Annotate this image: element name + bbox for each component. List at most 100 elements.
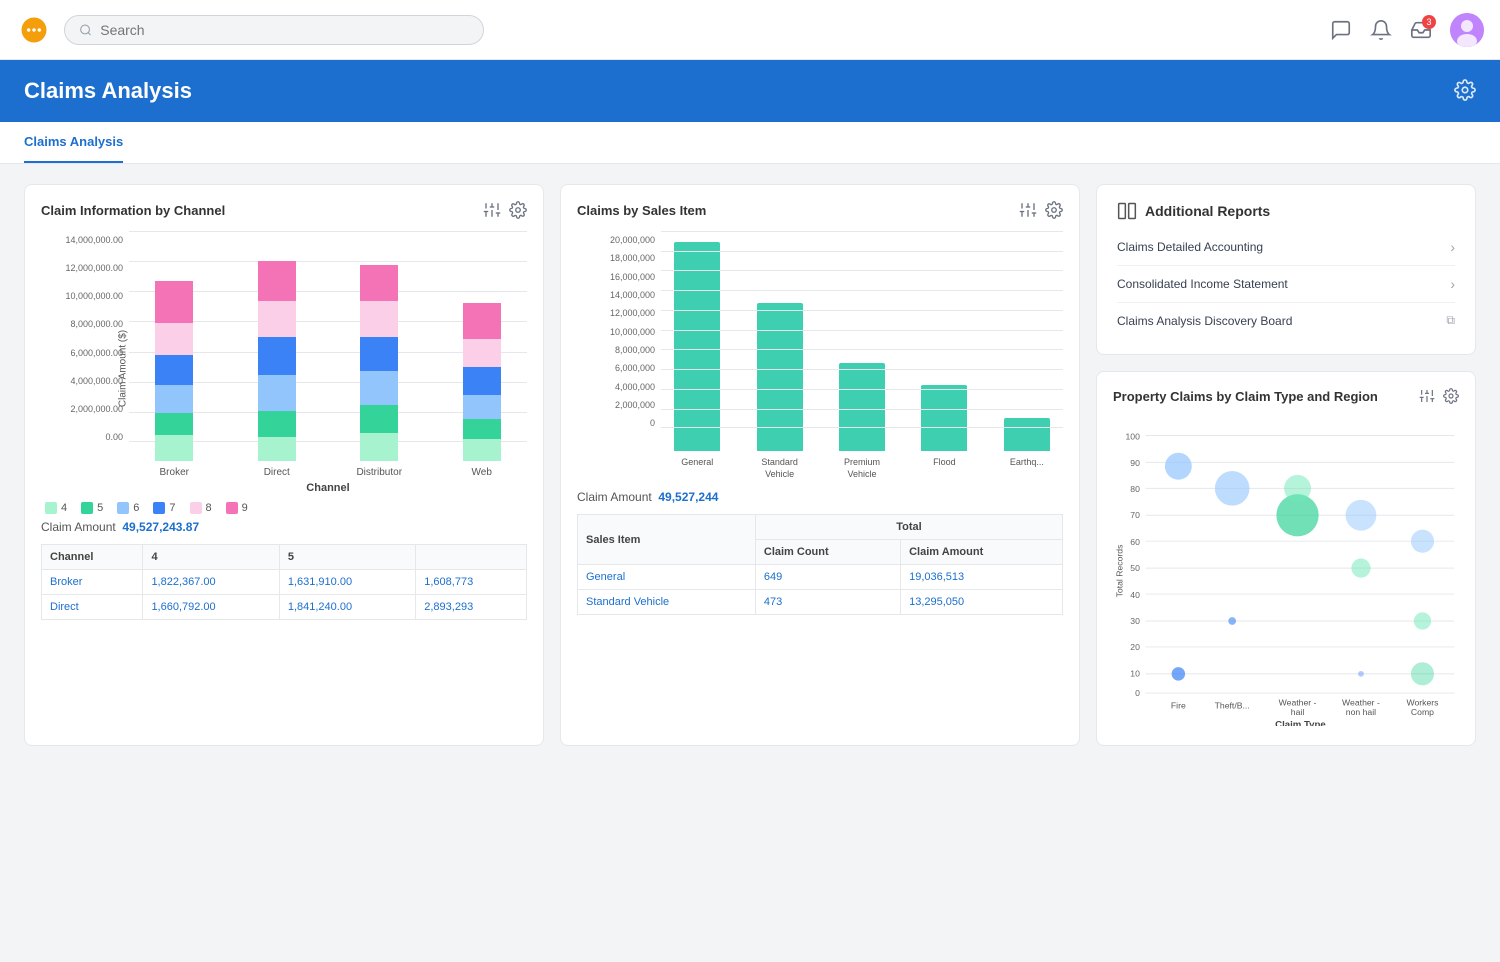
y-axis-label: Claim Amount ($) [118,329,129,406]
legend-6: 6 [117,502,139,514]
page-title: Claims Analysis [24,78,192,104]
settings-icon[interactable] [509,201,527,219]
y-label-10m: 10,000,000 [589,327,661,337]
chart-legend: 4 5 6 7 8 9 [41,502,527,514]
cell-general-count: 649 [755,565,900,590]
top-nav: 3 [0,0,1500,60]
sales-item-header: Claims by Sales Item [577,201,1063,219]
x-label-weather-hail2: hail [1291,707,1305,717]
inbox-icon[interactable]: 3 [1410,19,1432,41]
col-claim-count: Claim Count [755,540,900,565]
bubble-weather-hail-2[interactable] [1284,475,1311,502]
cell-general[interactable]: General [578,565,756,590]
user-avatar[interactable] [1450,13,1484,47]
sales-item-title: Claims by Sales Item [577,203,706,218]
y0: 0 [1135,688,1140,698]
y-label: 10,000,000.00 [53,291,129,301]
col-sales-item: Sales Item [578,515,756,565]
right-column: Additional Reports Claims Detailed Accou… [1096,184,1476,746]
report-item-claims-detailed[interactable]: Claims Detailed Accounting › [1117,229,1455,266]
bubble-workers-1[interactable] [1411,530,1434,553]
property-claims-card: Property Claims by Claim Type and Region [1096,371,1476,746]
col-extra [416,545,527,570]
report-item-consolidated[interactable]: Consolidated Income Statement › [1117,266,1455,303]
x-label-general: General [661,457,733,480]
bubble-theft-2[interactable] [1215,471,1250,506]
table-row-broker: Broker 1,822,367.00 1,631,910.00 1,608,7… [42,570,527,595]
bell-icon[interactable] [1370,19,1392,41]
bubble-weather-nonhail-1[interactable] [1346,500,1377,531]
search-bar[interactable] [64,15,484,45]
x-label-standard-vehicle: StandardVehicle [743,457,815,480]
claim-by-channel-title: Claim Information by Channel [41,203,225,218]
legend-4: 4 [45,502,67,514]
bubble-fire-1[interactable] [1165,453,1192,480]
y-label-20m: 20,000,000 [589,235,661,245]
x-label-workers2: Comp [1411,707,1434,717]
chart-config-icon[interactable] [483,201,501,219]
report-arrow-2: › [1450,276,1455,292]
property-chart-actions[interactable] [1419,388,1459,404]
table-row-standard-vehicle: Standard Vehicle 473 13,295,050 [578,590,1063,615]
x-label-web: Web [437,467,528,478]
sales-chart-actions[interactable] [1019,201,1063,219]
bar-general[interactable] [661,231,733,451]
y90: 90 [1130,458,1140,468]
y70: 70 [1130,510,1140,520]
property-settings-icon[interactable] [1443,388,1459,404]
col-total: Total [755,515,1062,540]
bar-group-web[interactable] [437,303,528,461]
claim-amount-summary: Claim Amount 49,527,243.87 [41,520,527,534]
cell-direct[interactable]: Direct [42,595,143,620]
bubble-weather-nonhail-2[interactable] [1351,559,1370,578]
bubble-theft-1[interactable] [1228,617,1236,625]
y-label-14m: 14,000,000 [589,290,661,300]
x-label-fire: Fire [1171,700,1186,710]
bar-group-broker[interactable] [129,281,220,461]
bubble-fire-2[interactable] [1172,667,1185,680]
cell-standard-vehicle[interactable]: Standard Vehicle [578,590,756,615]
report-link-consolidated: Consolidated Income Statement [1117,277,1288,291]
property-chart-config[interactable] [1419,388,1435,404]
bar-group-direct[interactable] [232,261,323,461]
x-axis-title: Claim Type [1275,720,1326,726]
sales-settings-icon[interactable] [1045,201,1063,219]
x-label-premium-vehicle: PremiumVehicle [826,457,898,480]
col-5: 5 [279,545,415,570]
y-label: 8,000,000.00 [53,319,129,329]
chart-actions[interactable] [483,201,527,219]
sales-chart-config-icon[interactable] [1019,201,1037,219]
page-settings-button[interactable] [1454,79,1476,104]
y-label: 12,000,000.00 [53,263,129,273]
tab-claims-analysis[interactable]: Claims Analysis [24,122,123,163]
x-axis-title: Channel [129,482,527,494]
report-item-discovery[interactable]: Claims Analysis Discovery Board ⧉ [1117,303,1455,338]
report-link-discovery: Claims Analysis Discovery Board [1117,314,1292,328]
workday-logo[interactable] [16,12,52,48]
bubble-weather-nonhail-3[interactable] [1358,671,1364,677]
y-label-16m: 16,000,000 [589,272,661,282]
cell-broker[interactable]: Broker [42,570,143,595]
reports-icon [1117,201,1137,221]
x-label-direct: Direct [232,467,323,478]
claims-by-sales-item-card: Claims by Sales Item 20,000,000 [560,184,1080,746]
bubble-workers-2[interactable] [1414,612,1431,629]
bar-group-distributor[interactable] [334,265,425,461]
bubble-workers-3[interactable] [1411,662,1434,685]
y40: 40 [1130,590,1140,600]
main-content: Claim Information by Channel 14 [0,164,1500,766]
bar-premium-vehicle[interactable] [826,231,898,451]
cell-direct-5: 1,841,240.00 [279,595,415,620]
x-label-theft: Theft/B... [1215,700,1250,710]
tabs-bar: Claims Analysis [0,122,1500,164]
bar-flood[interactable] [908,231,980,451]
bar-earthquake[interactable] [991,231,1063,451]
bubble-chart-svg: 100 90 80 70 60 50 40 30 20 10 0 [1113,416,1459,726]
y100: 100 [1125,431,1140,441]
y-label-4m: 4,000,000 [589,382,661,392]
search-input[interactable] [100,22,469,38]
inbox-badge: 3 [1422,15,1436,29]
x-label-flood: Flood [908,457,980,480]
bar-standard-vehicle[interactable] [743,231,815,451]
chat-icon[interactable] [1330,19,1352,41]
